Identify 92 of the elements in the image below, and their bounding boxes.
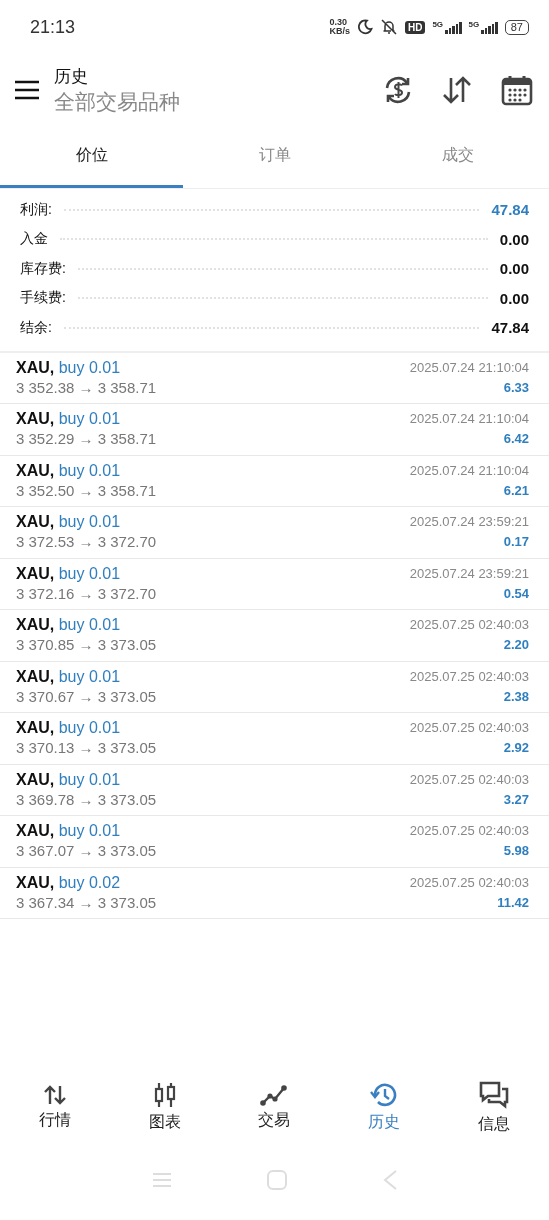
signal-indicator: 5G (468, 20, 498, 34)
symbol-filter[interactable]: 全部交易品种 (54, 87, 355, 116)
summary-label: 利润: (20, 200, 52, 219)
trade-prices: 3 372.53 → 3 372.70 (16, 532, 157, 553)
tab[interactable]: 订单 (183, 126, 366, 188)
trade-prices: 3 367.07 → 3 373.05 (16, 841, 157, 862)
trade-title: XAU, buy 0.02 (16, 872, 122, 893)
trade-time: 2025.07.25 02:40:03 (409, 719, 529, 738)
trade-profit: 0.17 (503, 533, 529, 552)
trade-prices: 3 369.78 → 3 373.05 (16, 789, 157, 810)
signal-indicator: 5G (432, 20, 462, 34)
trade-title: XAU, buy 0.01 (16, 357, 122, 378)
muted-bell-icon (379, 19, 398, 35)
candlestick-icon (152, 1081, 177, 1108)
summary-value: 0.00 (499, 289, 529, 307)
trade-title: XAU, buy 0.01 (16, 718, 122, 739)
trade-time: 2025.07.25 02:40:03 (409, 873, 529, 892)
trade-prices: 3 370.67 → 3 373.05 (16, 686, 157, 707)
trade-title: XAU, buy 0.01 (16, 615, 122, 636)
trade-title: XAU, buy 0.01 (16, 563, 122, 584)
trade-time: 2025.07.24 21:10:04 (409, 358, 529, 377)
tab[interactable]: 价位 (0, 126, 183, 188)
trade-profit: 2.38 (503, 687, 529, 706)
trade-row[interactable]: XAU, buy 0.01 3 352.38 → 3 358.71 2025.07.24 21:10:04 6.33 (0, 352, 549, 404)
trade-time: 2025.07.25 02:40:03 (409, 770, 529, 789)
trade-profit: 6.42 (503, 430, 529, 449)
summary-label: 手续费: (20, 289, 66, 308)
trade-title: XAU, buy 0.01 (16, 769, 122, 790)
hd-badge: HD (404, 20, 426, 34)
trade-row[interactable]: XAU, buy 0.01 3 370.67 → 3 373.05 2025.07.25 02:40:03 2.38 (0, 661, 549, 713)
trade-prices: 3 352.38 → 3 358.71 (16, 377, 157, 398)
page-title: 历史 (54, 65, 89, 88)
arrows-icon (42, 1083, 67, 1106)
history-icon (370, 1081, 399, 1108)
calendar-icon[interactable] (501, 74, 533, 106)
trade-row[interactable]: XAU, buy 0.01 3 352.29 → 3 358.71 2025.07.24 21:10:04 6.42 (0, 404, 549, 456)
moon-icon (356, 19, 373, 35)
trade-profit: 2.20 (503, 636, 529, 655)
summary-label: 结余: (20, 318, 52, 337)
trade-time: 2025.07.25 02:40:03 (409, 822, 529, 841)
trade-profit: 11.42 (497, 893, 529, 912)
summary-value: 0.00 (499, 230, 529, 248)
trade-row[interactable]: XAU, buy 0.01 3 370.13 → 3 373.05 2025.07.25 02:40:03 2.92 (0, 713, 549, 765)
trade-row[interactable]: XAU, buy 0.01 3 372.16 → 3 372.70 2025.07.24 23:59:21 0.54 (0, 558, 549, 610)
battery-indicator: 87 (504, 19, 529, 35)
menu-icon[interactable] (14, 80, 40, 100)
trade-title: XAU, buy 0.01 (16, 666, 122, 687)
trade-prices: 3 370.85 → 3 373.05 (16, 635, 157, 656)
trade-title: XAU, buy 0.01 (16, 409, 122, 430)
tab[interactable]: 成交 (366, 126, 549, 188)
network-speed: 0.30 KB/s (329, 18, 350, 36)
trade-title: XAU, buy 0.01 (16, 512, 122, 533)
nav-item[interactable]: 行情 (0, 1082, 110, 1132)
trade-prices: 3 352.29 → 3 358.71 (16, 429, 157, 450)
trade-profit: 5.98 (503, 842, 529, 861)
trade-time: 2025.07.25 02:40:03 (409, 667, 529, 686)
chat-icon (478, 1079, 511, 1110)
trade-row[interactable]: XAU, buy 0.01 3 370.85 → 3 373.05 2025.07.25 02:40:03 2.20 (0, 610, 549, 662)
trade-title: XAU, buy 0.01 (16, 460, 122, 481)
trade-row[interactable]: XAU, buy 0.01 3 369.78 → 3 373.05 2025.07.25 02:40:03 3.27 (0, 764, 549, 816)
trade-time: 2025.07.24 21:10:04 (409, 461, 529, 480)
trade-prices: 3 370.13 → 3 373.05 (16, 738, 157, 759)
nav-item[interactable]: 图表 (109, 1080, 220, 1134)
summary-value: 47.84 (491, 201, 529, 219)
sort-icon[interactable] (441, 76, 473, 104)
summary-label: 库存费: (20, 259, 66, 278)
trade-prices: 3 352.50 → 3 358.71 (16, 480, 157, 501)
trade-profit: 3.27 (503, 790, 529, 809)
nav-item[interactable]: 信息 (439, 1078, 549, 1136)
summary-value: 47.84 (491, 319, 529, 337)
trade-time: 2025.07.25 02:40:03 (409, 616, 529, 635)
trade-time: 2025.07.24 23:59:21 (409, 564, 529, 583)
trade-time: 2025.07.24 21:10:04 (409, 410, 529, 429)
trade-prices: 3 367.34 → 3 373.05 (16, 892, 157, 913)
trade-profit: 2.92 (503, 739, 529, 758)
currency-exchange-icon[interactable] (383, 75, 413, 105)
trade-profit: 0.54 (503, 584, 529, 603)
status-time: 21:13 (30, 16, 76, 38)
trade-title: XAU, buy 0.01 (16, 821, 122, 842)
trade-row[interactable]: XAU, buy 0.02 3 367.34 → 3 373.05 2025.07.25 02:40:03 11.42 (0, 867, 549, 919)
trade-profit: 6.21 (503, 481, 529, 500)
summary-label: 入金 (20, 230, 48, 249)
trade-prices: 3 372.16 → 3 372.70 (16, 583, 157, 604)
trade-profit: 6.33 (503, 378, 529, 397)
trade-row[interactable]: XAU, buy 0.01 3 352.50 → 3 358.71 2025.07.24 21:10:04 6.21 (0, 455, 549, 507)
summary-value: 0.00 (499, 260, 529, 278)
nav-item[interactable]: 历史 (329, 1080, 440, 1134)
trade-row[interactable]: XAU, buy 0.01 3 367.07 → 3 373.05 2025.07.25 02:40:03 5.98 (0, 816, 549, 868)
trade-row[interactable]: XAU, buy 0.01 3 372.53 → 3 372.70 2025.07.24 23:59:21 0.17 (0, 507, 549, 559)
line-chart-icon (260, 1083, 289, 1106)
nav-item[interactable]: 交易 (219, 1082, 330, 1132)
trade-time: 2025.07.24 23:59:21 (409, 513, 529, 532)
